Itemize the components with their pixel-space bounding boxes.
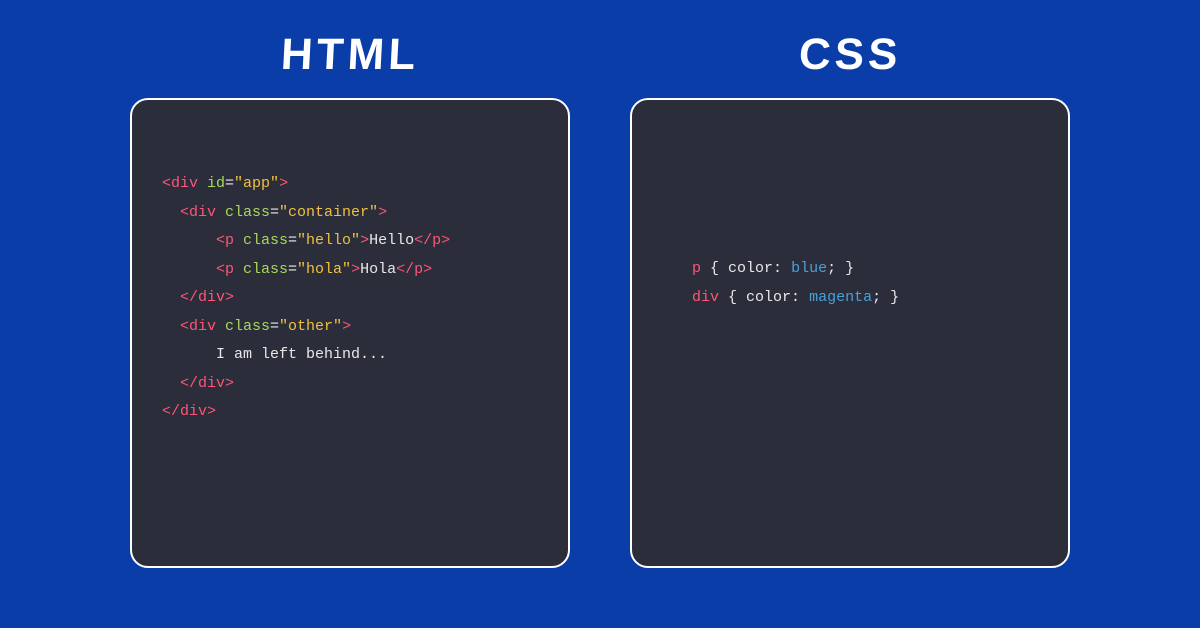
html-code-panel: <div id="app"> <div class="container"> <… (130, 98, 570, 568)
code-line: <div class="other"> (162, 313, 538, 342)
code-line: </div> (162, 398, 538, 427)
code-line: <p class="hello">Hello</p> (162, 227, 538, 256)
code-line: </div> (162, 284, 538, 313)
css-panel-wrapper: CSS p { color: blue; } div { color: mage… (630, 30, 1070, 568)
css-code-panel: p { color: blue; } div { color: magenta;… (630, 98, 1070, 568)
css-title: CSS (797, 30, 902, 80)
code-line: div { color: magenta; } (692, 284, 1038, 313)
code-line: <p class="hola">Hola</p> (162, 256, 538, 285)
code-line: </div> (162, 370, 538, 399)
html-title: HTML (280, 30, 421, 80)
code-line: <div class="container"> (162, 199, 538, 228)
code-line: p { color: blue; } (692, 255, 1038, 284)
html-panel-wrapper: HTML <div id="app"> <div class="containe… (130, 30, 570, 568)
code-line: <div id="app"> (162, 170, 538, 199)
code-line: I am left behind... (162, 341, 538, 370)
